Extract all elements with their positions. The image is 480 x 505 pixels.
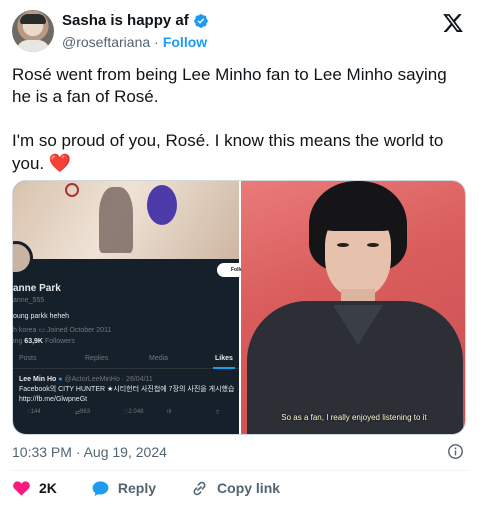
video-caption: So as a fan, I really enjoyed listening …: [281, 413, 427, 422]
author-avatar[interactable]: [12, 10, 54, 52]
tweet-text: Rosé went from being Lee Minho fan to Le…: [12, 64, 468, 197]
copy-link-label: Copy link: [217, 480, 281, 496]
embedded-profile-meta: h korea ▭ Joined October 2011: [13, 326, 111, 334]
actions-divider: [12, 470, 468, 471]
embedded-tweet-line2: http://fb.me/GlwpneGt: [19, 396, 88, 403]
embedded-followers-count: 63,9K: [24, 338, 43, 345]
tweet-paragraph-2: I'm so proud of you, Rosé. I know this m…: [12, 130, 468, 175]
embedded-verified-icon: ●: [58, 376, 63, 383]
tweet-media[interactable]: Follo anne Park anne_555 oung parkk hehe…: [12, 180, 466, 435]
embedded-tweet-author: Lee Min Ho: [19, 376, 57, 383]
person-eye-right: [367, 243, 379, 247]
embedded-share-icon: ⇧: [215, 410, 221, 416]
separator-dot: ·: [154, 34, 159, 50]
embedded-followers-label: Followers: [44, 338, 75, 345]
person-fringe: [319, 201, 397, 231]
like-count: 2K: [39, 480, 57, 496]
embedded-profile-tabs: Posts Replies Media Likes: [13, 353, 239, 369]
embedded-tab-posts: Posts: [19, 355, 37, 362]
reply-bubble-icon: [92, 480, 109, 496]
author-handle-row: @roseftariana · Follow: [62, 33, 209, 51]
reply-button[interactable]: Reply: [91, 479, 156, 498]
embedded-profile-handle: anne_555: [13, 297, 45, 304]
like-button[interactable]: 2K: [12, 479, 57, 498]
copy-link-button[interactable]: Copy link: [190, 479, 280, 498]
embedded-follow-counts: ing 63,9K Followers: [13, 338, 75, 345]
reply-label: Reply: [117, 480, 157, 496]
embedded-tab-replies: Replies: [85, 355, 109, 362]
verified-badge-icon: [193, 14, 208, 28]
tweet-paragraph-2-text: I'm so proud of you, Rosé. I know this m…: [12, 131, 444, 173]
embedded-tab-likes: Likes: [215, 355, 233, 362]
red-heart-emoji: ❤️: [48, 153, 72, 173]
link-icon: [193, 481, 206, 495]
profile-banner: [13, 181, 239, 259]
media-image-right[interactable]: So as a fan, I really enjoyed listening …: [241, 181, 465, 434]
embedded-retweet-stat: ⇄ 963: [75, 409, 91, 416]
embedded-tweet-handle-date: @ActorLeeMinHo · 26/04/11: [64, 376, 153, 383]
x-logo-icon[interactable]: [442, 12, 464, 34]
embedded-reply-count: 144: [30, 409, 41, 415]
embedded-profile-bio: oung parkk heheh: [13, 313, 70, 320]
tweet-actions: 2K Reply Copy link: [12, 478, 314, 498]
embedded-tweet-line1: Facebook의 CITY HUNTER ★시티헌터 사진첩에 7장의 사진을…: [19, 386, 235, 393]
person-eye-left: [337, 243, 349, 247]
embedded-profile-name: anne Park: [13, 283, 61, 294]
embedded-joined: Joined October 2011: [46, 327, 112, 334]
embedded-retweet-count: 963: [80, 409, 91, 415]
heart-icon: [13, 480, 30, 496]
tweet-timestamp[interactable]: 10:33 PM · Aug 19, 2024: [12, 444, 167, 460]
embedded-like-count: 2.048: [128, 409, 144, 415]
tweet-header: Sasha is happy af @roseftariana · Follow: [12, 10, 468, 54]
author-handle[interactable]: @roseftariana: [62, 33, 150, 51]
embedded-like-stat: ♡ 2.048: [123, 409, 144, 416]
author-display-name[interactable]: Sasha is happy af: [62, 12, 189, 30]
embedded-location: h korea: [13, 327, 37, 334]
author-names: Sasha is happy af @roseftariana · Follow: [62, 12, 209, 51]
embedded-following-suffix: ing: [13, 338, 23, 345]
embedded-tab-media: Media: [149, 355, 169, 362]
embedded-reply-stat: ◌ 144: [27, 409, 41, 415]
follow-button[interactable]: Follow: [163, 33, 207, 51]
info-icon[interactable]: [447, 443, 464, 460]
author-display-name-row[interactable]: Sasha is happy af: [62, 12, 209, 30]
calendar-icon: ▭: [38, 327, 47, 334]
tweet-paragraph-1: Rosé went from being Lee Minho fan to Le…: [12, 65, 447, 106]
embedded-tweet: Lee Min Ho ● @ActorLeeMinHo · 26/04/11 F…: [19, 375, 239, 405]
embedded-views-icon: ılı: [167, 409, 172, 415]
embedded-tab-underline: [213, 367, 235, 369]
media-image-left[interactable]: Follo anne Park anne_555 oung parkk hehe…: [13, 181, 249, 434]
